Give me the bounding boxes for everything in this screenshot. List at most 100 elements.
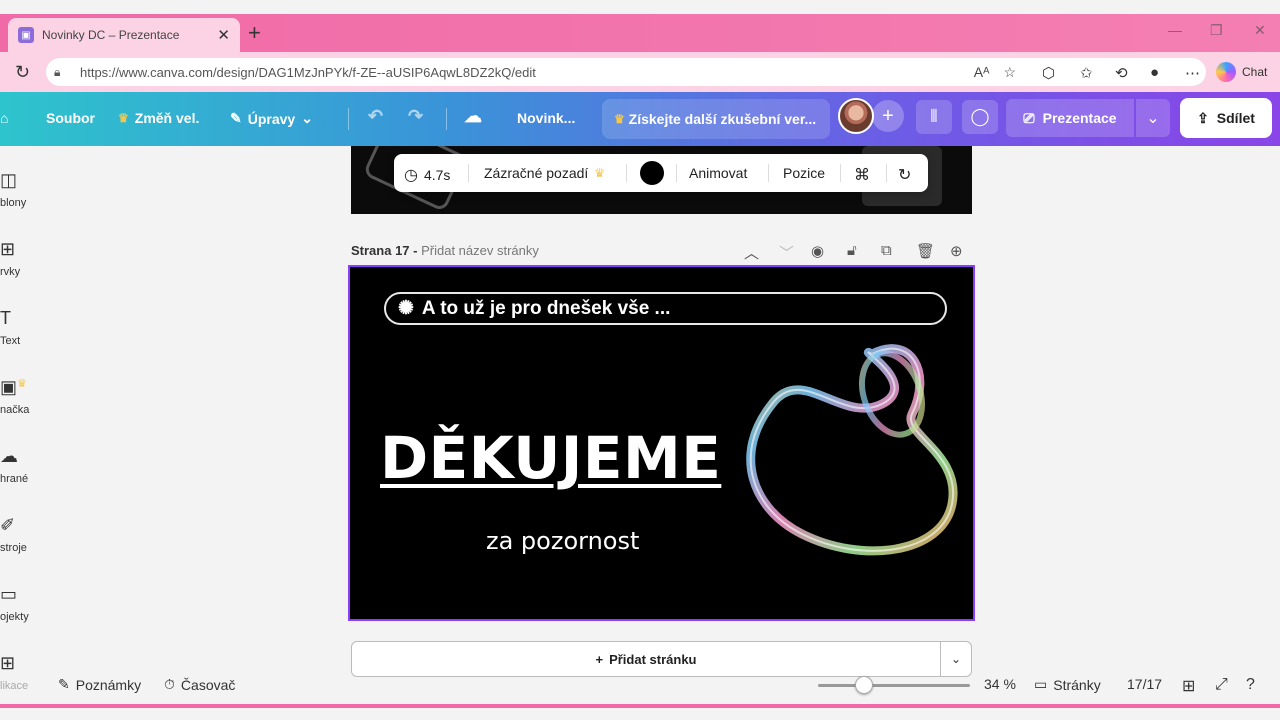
trial-button[interactable]: ♛ Získejte další zkušební ver... xyxy=(602,99,830,139)
zoom-slider[interactable] xyxy=(818,684,970,687)
timer-button[interactable]: ⏱︎ Časovač xyxy=(164,676,235,693)
slide-pill-textbox[interactable]: ✺ A to už je pro dnešek vše ... xyxy=(384,292,947,325)
page-header: Strana 17 - Přidat název stránky xyxy=(351,243,539,258)
sidebar-item-label: ojekty xyxy=(0,611,29,623)
text-icon: T xyxy=(0,308,11,328)
read-aloud-icon[interactable]: Aᴬ xyxy=(974,64,990,81)
slide-title[interactable]: DĚKUJEME xyxy=(380,424,721,492)
url-text: https://www.canva.com/design/DAG1MzJnPYk… xyxy=(80,64,536,80)
comment-add-icon[interactable]: ↻ xyxy=(898,165,911,185)
lock-page-icon[interactable]: 🔓︎ xyxy=(847,242,857,259)
cloud-save-icon[interactable]: ☁ xyxy=(464,106,482,127)
sidebar-item-label: blony xyxy=(0,197,27,209)
pages-label: Stránky xyxy=(1053,676,1101,693)
pages-button[interactable]: ▭ Stránky xyxy=(1034,676,1101,693)
notes-icon: ✎ xyxy=(58,676,70,692)
favorites-icon[interactable]: ✩ xyxy=(1080,64,1093,82)
present-options-button[interactable]: ⌄ xyxy=(1136,99,1170,137)
sidebar-item-templates[interactable]: ◫ blony xyxy=(0,170,40,209)
help-icon[interactable]: ? xyxy=(1246,676,1255,694)
page-number-label: Strana 17 - xyxy=(351,243,418,258)
iridescent-bubble-image[interactable] xyxy=(732,334,972,564)
redo-icon[interactable]: ↷ xyxy=(408,106,423,127)
page-title-input[interactable]: Přidat název stránky xyxy=(421,243,539,258)
extensions-icon[interactable]: ⬡ xyxy=(1042,64,1055,82)
zoom-level[interactable]: 34 % xyxy=(984,676,1016,692)
toolbar-divider xyxy=(348,108,349,130)
resize-label: Změň vel. xyxy=(134,110,200,126)
slide-subtitle[interactable]: za pozornost xyxy=(486,527,639,555)
edit-menu-button[interactable]: ✎ Úpravy ⌄ xyxy=(230,110,313,127)
tab-title: Novinky DC – Prezentace xyxy=(42,28,180,42)
grid-view-icon[interactable]: ⊞ xyxy=(1182,676,1195,696)
pencil-icon: ✎ xyxy=(230,110,242,126)
profile-icon[interactable]: ● xyxy=(1150,64,1159,81)
zoom-slider-handle[interactable] xyxy=(854,676,873,694)
plus-icon: + xyxy=(595,651,604,667)
timer-icon: ⏱︎ xyxy=(164,676,175,692)
duplicate-page-icon[interactable]: ⧉ xyxy=(881,242,892,259)
crown-icon: ♛ xyxy=(594,166,606,180)
duration-button[interactable]: ◷ 4.7s xyxy=(404,165,450,185)
file-menu-button[interactable]: Soubor xyxy=(46,110,95,126)
sidebar-item-projects[interactable]: ▭ ojekty xyxy=(0,584,40,623)
move-up-icon[interactable]: ︿ xyxy=(744,242,759,263)
close-tab-icon[interactable]: ✕ xyxy=(217,26,230,44)
favorite-star-icon[interactable]: ☆ xyxy=(1003,64,1016,81)
sidebar-item-elements[interactable]: ⊞ rvky xyxy=(0,239,40,278)
resize-button[interactable]: ♛ Změň vel. xyxy=(118,110,199,126)
crown-icon: ♛ xyxy=(17,378,27,390)
share-button[interactable]: ⇪ Sdílet xyxy=(1180,98,1272,138)
notes-button[interactable]: ✎ Poznámky xyxy=(58,676,141,693)
floatbar-divider xyxy=(768,164,769,182)
comments-icon[interactable]: ◯ xyxy=(962,100,998,134)
delete-page-icon[interactable]: 🗑︎ xyxy=(916,242,935,260)
url-field[interactable]: 🔒︎ https://www.canva.com/design/DAG1MzJn… xyxy=(46,58,1206,86)
browser-tab[interactable]: ▣ Novinky DC – Prezentace ✕ xyxy=(8,18,240,52)
add-page-label: Přidat stránku xyxy=(609,651,697,667)
slide-background: ✺ A to už je pro dnešek vše ... DĚKUJEME… xyxy=(352,269,971,617)
restore-icon[interactable]: ❐ xyxy=(1210,22,1223,39)
position-button[interactable]: Pozice xyxy=(783,165,825,181)
animate-button[interactable]: Animovat xyxy=(689,165,747,181)
present-button[interactable]: ⎚ Prezentace xyxy=(1006,99,1134,137)
minimize-icon[interactable]: — xyxy=(1168,22,1182,38)
avatar[interactable] xyxy=(838,98,874,134)
sidebar-item-brand[interactable]: ▣♛ načka xyxy=(0,377,40,416)
sidebar-item-label: stroje xyxy=(0,542,27,554)
floatbar-divider xyxy=(676,164,677,182)
hide-page-icon[interactable]: ◉ xyxy=(811,242,824,260)
more-menu-icon[interactable]: ⋯ xyxy=(1185,64,1200,82)
paint-roller-icon[interactable]: ⌘ xyxy=(854,165,870,185)
reload-icon[interactable]: ↻ xyxy=(15,62,30,83)
new-tab-icon[interactable]: + xyxy=(248,20,261,46)
sidebar-item-draw[interactable]: ✐ stroje xyxy=(0,515,40,554)
copilot-chat-button[interactable]: Chat xyxy=(1216,62,1267,82)
elements-icon: ⊞ xyxy=(0,239,16,259)
sidebar-item-text[interactable]: T Text xyxy=(0,308,40,347)
design-title[interactable]: Novink... xyxy=(517,110,575,126)
chevron-down-icon: ⌄ xyxy=(1146,110,1160,127)
move-down-icon[interactable]: ﹀ xyxy=(779,242,794,263)
magic-background-button[interactable]: Zázračné pozadí ♛ xyxy=(484,165,605,181)
template-icon: ◫ xyxy=(0,170,18,190)
timer-label: Časovač xyxy=(180,676,236,693)
home-icon[interactable]: ⌂ xyxy=(0,110,8,126)
present-label: Prezentace xyxy=(1042,110,1117,126)
undo-icon[interactable]: ↶ xyxy=(368,106,383,127)
canva-favicon-icon: ▣ xyxy=(18,27,34,43)
lock-icon: 🔒︎ xyxy=(54,64,61,79)
close-window-icon[interactable]: ✕ xyxy=(1254,22,1266,39)
sidebar-item-uploads[interactable]: ☁ hrané xyxy=(0,446,40,485)
add-page-icon[interactable]: ⊕ xyxy=(950,242,963,260)
insights-icon[interactable]: ⫴ xyxy=(916,100,952,134)
duration-label: 4.7s xyxy=(423,167,451,183)
color-swatch-button[interactable] xyxy=(640,161,664,185)
history-icon[interactable]: ⟲ xyxy=(1115,64,1128,82)
share-upload-icon: ⇪ xyxy=(1197,109,1209,126)
slide-canvas[interactable]: ✺ A to už je pro dnešek vše ... DĚKUJEME… xyxy=(348,265,975,621)
fullscreen-icon[interactable]: ⤢ xyxy=(1215,676,1228,694)
pages-icon: ▭ xyxy=(1034,676,1048,692)
add-collaborator-icon[interactable]: + xyxy=(872,100,904,132)
chat-label: Chat xyxy=(1242,65,1268,79)
